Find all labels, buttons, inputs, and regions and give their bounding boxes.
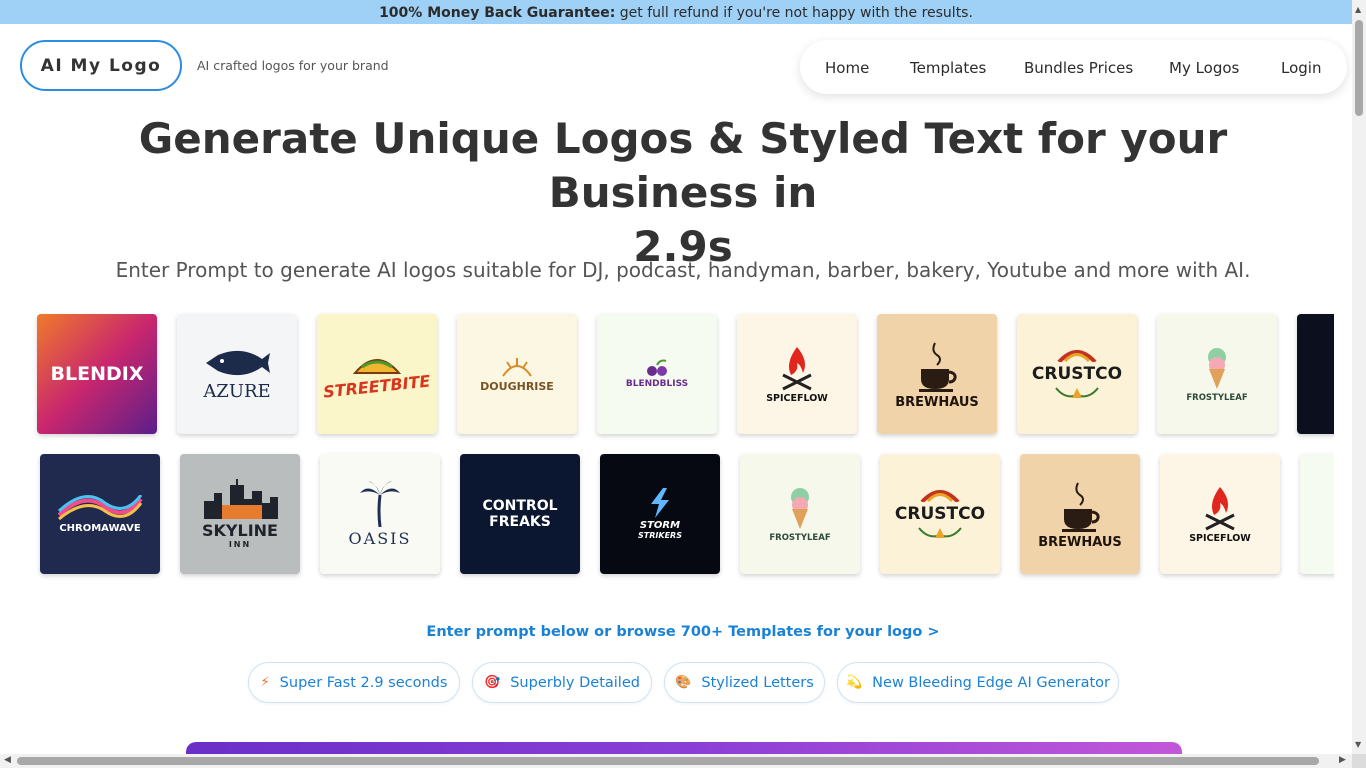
logo-text: AZURE bbox=[203, 380, 271, 402]
hero-title-line1: Generate Unique Logos & Styled Text for … bbox=[138, 114, 1228, 217]
logo-text: OASIS bbox=[348, 528, 412, 548]
rainbow-wave-icon bbox=[57, 494, 143, 520]
scroll-up-arrow-icon[interactable]: ▲ bbox=[1355, 5, 1361, 14]
nav-login[interactable]: Login bbox=[1281, 59, 1321, 77]
lightning-icon bbox=[651, 488, 669, 518]
ice-cream-icon bbox=[1208, 348, 1226, 389]
logo-tile-spiceflow-2[interactable]: SPICEFLOW bbox=[1160, 454, 1280, 574]
ice-cream-icon bbox=[791, 488, 809, 529]
browse-templates-link[interactable]: Enter prompt below or browse 700+ Templa… bbox=[0, 624, 1366, 640]
laurel-icon bbox=[1055, 387, 1099, 398]
logo-tile-brewhaus-2[interactable]: BREWHAUS bbox=[1020, 454, 1140, 574]
logo-text: FROSTYLEAF bbox=[1186, 393, 1248, 403]
horizontal-scroll-thumb[interactable] bbox=[17, 757, 1319, 765]
logo-text: CRUSTCO bbox=[1031, 364, 1123, 384]
logo-tile-doughrise[interactable]: DOUGHRISE bbox=[457, 314, 577, 434]
taco-icon bbox=[352, 358, 402, 374]
scroll-right-arrow-icon[interactable]: ▶ bbox=[1339, 755, 1346, 765]
logo-text: STREETBITE bbox=[322, 370, 432, 402]
logo-text: SPICEFLOW bbox=[766, 392, 828, 404]
logo-tile-brewhaus[interactable]: BREWHAUS bbox=[877, 314, 997, 434]
nav-templates[interactable]: Templates bbox=[910, 59, 986, 77]
pizza-arch-icon bbox=[1057, 350, 1097, 362]
nav-home[interactable]: Home bbox=[825, 59, 869, 77]
logo-text: CHROMAWAVE bbox=[59, 522, 141, 534]
lightning-icon: ⚡ bbox=[260, 675, 270, 690]
logo-text: BREWHAUS bbox=[1038, 534, 1122, 550]
city-skyline-icon bbox=[204, 479, 278, 519]
logo-tile-crustco-2[interactable]: CRUSTCO bbox=[880, 454, 1000, 574]
logo-text: STORM bbox=[639, 520, 681, 531]
logo-gallery: BLENDIX AZURE STREETBITE DOUGHRISE BLEND… bbox=[0, 300, 1334, 590]
feature-super-fast: ⚡ Super Fast 2.9 seconds bbox=[248, 662, 460, 703]
logo-tile-blendix[interactable]: BLENDIX bbox=[37, 314, 157, 434]
banner-bold-text: 100% Money Back Guarantee: bbox=[379, 5, 616, 21]
logo-text: FROSTYLEAF bbox=[769, 533, 831, 543]
horizontal-scrollbar[interactable]: ◀ ▶ bbox=[0, 754, 1352, 768]
logo-subtext: INN bbox=[228, 540, 252, 549]
logo-tile-frostyleaf[interactable]: FROSTYLEAF bbox=[1157, 314, 1277, 434]
flame-icon bbox=[1205, 486, 1235, 530]
coffee-cup-icon bbox=[1062, 482, 1100, 532]
hero-title: Generate Unique Logos & Styled Text for … bbox=[40, 112, 1326, 274]
sunrise-icon bbox=[502, 357, 532, 377]
logo-tile-control-freaks[interactable]: CONTROL FREAKS bbox=[460, 454, 580, 574]
logo-text: SKYLINE bbox=[202, 521, 278, 540]
logo-tile-streetbite[interactable]: STREETBITE bbox=[317, 314, 437, 434]
palm-tree-icon bbox=[360, 480, 400, 527]
logo-tile-partial[interactable] bbox=[1297, 314, 1334, 434]
logo-tile-frostyleaf-2[interactable]: FROSTYLEAF bbox=[740, 454, 860, 574]
scroll-left-arrow-icon[interactable]: ◀ bbox=[4, 755, 11, 765]
site-tagline: AI crafted logos for your brand bbox=[197, 58, 389, 73]
logo-tile-chromawave[interactable]: CHROMAWAVE bbox=[40, 454, 160, 574]
logo-tile-blendbliss[interactable]: BLENDBLISS bbox=[597, 314, 717, 434]
logo-tile-azure[interactable]: AZURE bbox=[177, 314, 297, 434]
logo-text: BLENDIX bbox=[50, 363, 144, 385]
vertical-scrollbar[interactable]: ▲ ▼ bbox=[1352, 0, 1366, 768]
nav-bundles-prices[interactable]: Bundles Prices bbox=[1024, 59, 1133, 77]
berries-icon bbox=[647, 359, 667, 376]
feature-label: Stylized Letters bbox=[701, 674, 814, 691]
logo-text: FREAKS bbox=[489, 514, 551, 530]
logo-text: STRIKERS bbox=[638, 531, 682, 540]
site-logo-button[interactable]: AI My Logo bbox=[20, 40, 182, 91]
logo-tile-oasis[interactable]: OASIS bbox=[320, 454, 440, 574]
feature-label: Super Fast 2.9 seconds bbox=[279, 674, 448, 691]
guarantee-banner: 100% Money Back Guarantee: get full refu… bbox=[0, 0, 1352, 24]
logo-text: SPICEFLOW bbox=[1189, 532, 1251, 544]
flame-icon bbox=[782, 346, 812, 390]
target-icon: 🎯 bbox=[484, 675, 501, 690]
logo-tile-storm-strikers[interactable]: STORM STRIKERS bbox=[600, 454, 720, 574]
logo-text: CRUSTCO bbox=[894, 504, 986, 524]
scroll-down-arrow-icon[interactable]: ▼ bbox=[1355, 740, 1361, 749]
palette-icon: 🎨 bbox=[675, 675, 692, 690]
coffee-cup-icon bbox=[919, 342, 957, 392]
scrollbar-corner bbox=[1352, 754, 1366, 768]
page: 100% Money Back Guarantee: get full refu… bbox=[0, 0, 1366, 768]
logo-text: CONTROL bbox=[482, 498, 558, 514]
banner-text: get full refund if you're not happy with… bbox=[615, 5, 973, 21]
main-nav: Home Templates Bundles Prices My Logos L… bbox=[800, 40, 1347, 94]
sparkle-icon: 💫 bbox=[845, 675, 863, 690]
logo-tile-skyline-inn[interactable]: SKYLINE INN bbox=[180, 454, 300, 574]
nav-my-logos[interactable]: My Logos bbox=[1169, 59, 1239, 77]
feature-detailed: 🎯 Superbly Detailed bbox=[472, 662, 652, 703]
logo-tile-partial-2[interactable] bbox=[1300, 454, 1334, 574]
feature-label: Superbly Detailed bbox=[510, 674, 640, 691]
feature-label: New Bleeding Edge AI Generator bbox=[872, 674, 1110, 691]
vertical-scroll-thumb[interactable] bbox=[1355, 20, 1363, 116]
hero-subtitle: Enter Prompt to generate AI logos suitab… bbox=[115, 258, 1251, 282]
logo-tile-spiceflow[interactable]: SPICEFLOW bbox=[737, 314, 857, 434]
logo-text: BLENDBLISS bbox=[625, 379, 689, 389]
feature-new-ai: 💫 New Bleeding Edge AI Generator bbox=[837, 662, 1119, 703]
pizza-arch-icon bbox=[920, 490, 960, 502]
fish-icon bbox=[206, 350, 270, 375]
feature-stylized-letters: 🎨 Stylized Letters bbox=[664, 662, 825, 703]
laurel-icon bbox=[918, 527, 962, 538]
logo-tile-crustco[interactable]: CRUSTCO bbox=[1017, 314, 1137, 434]
logo-text: DOUGHRISE bbox=[480, 379, 554, 393]
logo-text: BREWHAUS bbox=[895, 394, 979, 410]
